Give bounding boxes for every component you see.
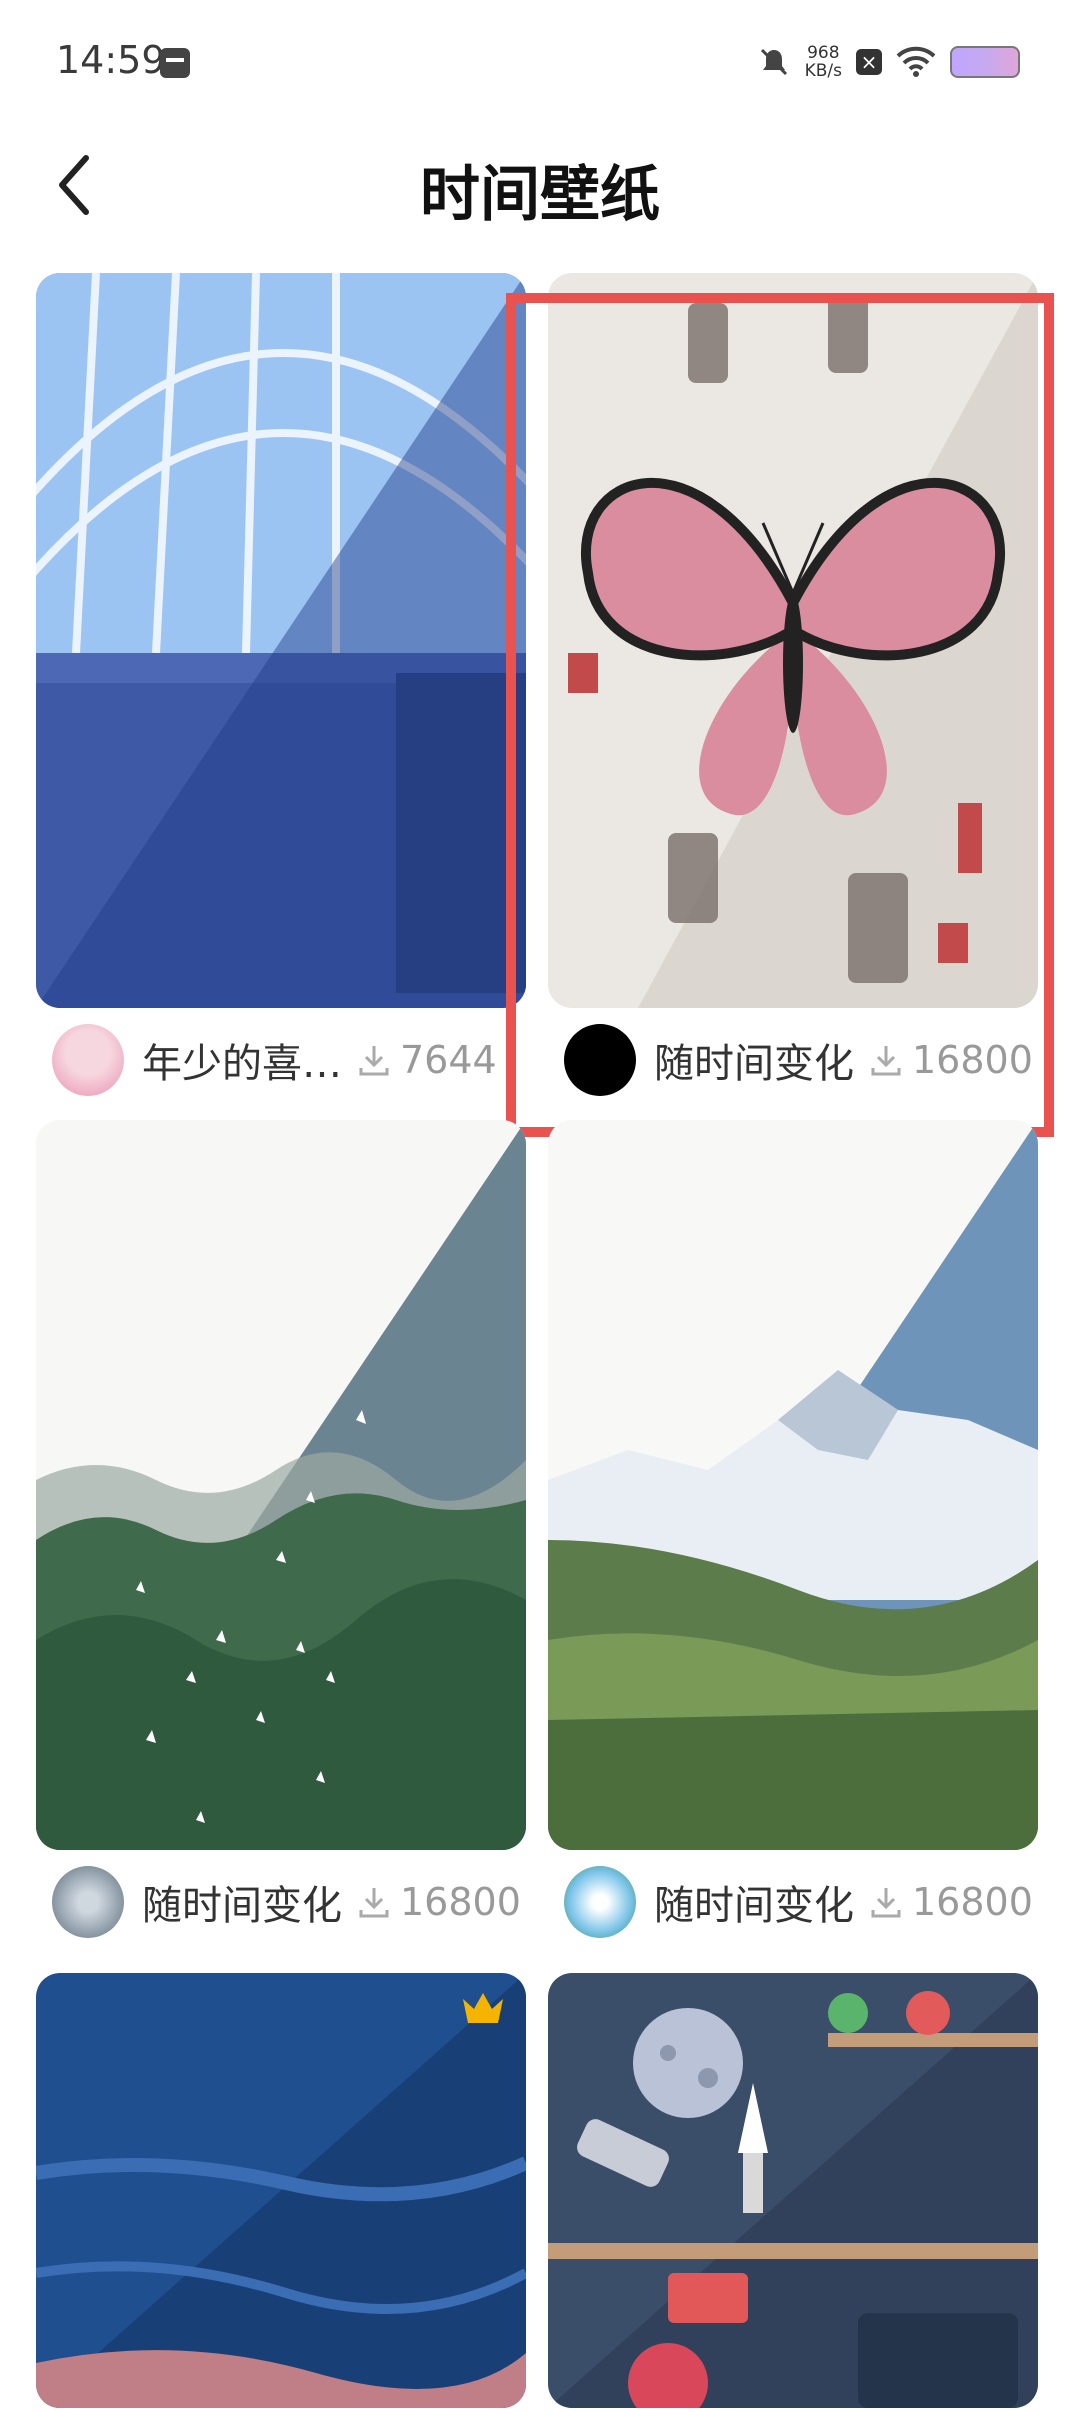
author-name[interactable]: 随时间变化 — [654, 1873, 854, 1931]
wallpaper-thumbnail[interactable] — [36, 1120, 526, 1850]
wallpaper-card[interactable]: 年少的喜… 7644 — [12, 272, 560, 1096]
wallpaper-card[interactable] — [34, 1973, 529, 2412]
status-time: 14:59 — [56, 38, 166, 82]
download-count-value: 16800 — [400, 1880, 521, 1924]
status-bar: 14:59 968 KB/s × — [0, 0, 1080, 120]
mute-bell-icon — [760, 48, 787, 76]
selection-highlight-box — [506, 293, 1054, 1137]
wallpaper-thumbnail[interactable] — [12, 272, 560, 1008]
wifi-icon — [896, 46, 936, 77]
download-count: 16800 — [356, 1880, 521, 1924]
wallpaper-meta: 随时间变化 16800 — [36, 1862, 556, 1942]
download-count: 16800 — [868, 1880, 1033, 1924]
net-speed-unit: KB/s — [804, 61, 842, 81]
author-avatar[interactable] — [564, 1866, 636, 1938]
author-name[interactable]: 随时间变化 — [142, 1873, 342, 1931]
download-count-value: 16800 — [912, 1880, 1033, 1924]
wallpaper-meta: 随时间变化 16800 — [548, 1862, 1068, 1942]
author-avatar[interactable] — [52, 1866, 124, 1938]
wallpaper-meta: 年少的喜… 7644 — [36, 1020, 556, 1100]
net-speed: 968 KB/s — [805, 44, 842, 80]
wallpaper-thumbnail[interactable] — [548, 1120, 1038, 1850]
download-count-value: 7644 — [400, 1038, 497, 1082]
download-icon — [359, 1888, 389, 1918]
wallpaper-card[interactable]: 随时间变化 16800 — [36, 1120, 526, 1938]
wallpaper-thumbnail[interactable] — [34, 1973, 529, 2408]
net-speed-value: 968 — [807, 43, 840, 63]
wallpaper-card[interactable] — [548, 1973, 1038, 2412]
wallpaper-card[interactable]: 随时间变化 16800 — [548, 1120, 1038, 1938]
battery-icon — [950, 46, 1020, 78]
calendar-notification-icon — [160, 48, 190, 78]
author-name[interactable]: 年少的喜… — [142, 1031, 342, 1089]
download-count: 7644 — [356, 1038, 497, 1082]
author-avatar[interactable] — [52, 1024, 124, 1096]
wallpaper-thumbnail[interactable] — [548, 1973, 1038, 2412]
download-icon — [359, 1046, 389, 1076]
page-header: 时间壁纸 — [0, 120, 1080, 250]
page-title: 时间壁纸 — [420, 160, 660, 230]
sim-off-icon: × — [856, 49, 882, 75]
download-icon — [871, 1888, 901, 1918]
status-icons: 968 KB/s × — [757, 40, 1020, 84]
vip-crown-icon — [463, 1993, 503, 2023]
